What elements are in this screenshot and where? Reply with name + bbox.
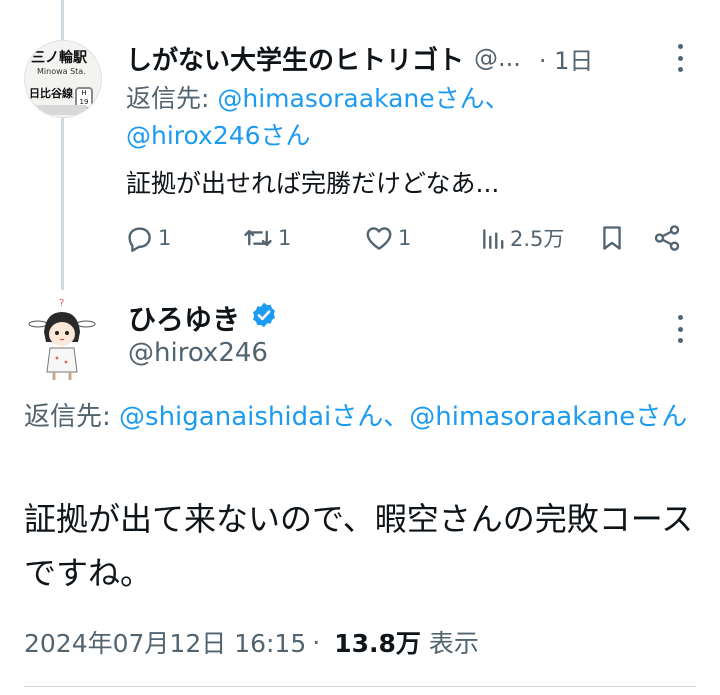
svg-text:?: ?	[59, 298, 64, 309]
retweet-count: 1	[278, 226, 292, 250]
tweet-text: 証拠が出て来ないので、暇空さんの完敗コースですね。	[24, 500, 694, 592]
display-name[interactable]: しがない大学生のヒトリゴト	[126, 40, 464, 77]
tweet-actions: 1 1 1 2.5万	[124, 220, 684, 256]
reply-to-label: 返信先:	[126, 84, 218, 113]
reply-to-link[interactable]: @hirox246さん	[126, 121, 311, 150]
reply-to-link[interactable]: @shiganaishidaiさん、@himasoraakaneさん	[119, 402, 687, 432]
tweet-header: しがない大学生のヒトリゴト @... · 1日	[126, 38, 686, 78]
avatar[interactable]: ?	[24, 296, 100, 382]
bookmark-button[interactable]	[598, 220, 626, 256]
retweet-button[interactable]: 1	[242, 220, 291, 256]
views-icon	[483, 229, 504, 249]
reply-icon	[128, 227, 151, 252]
reply-button[interactable]: 1	[124, 220, 171, 256]
like-button[interactable]: 1	[364, 220, 411, 256]
share-button[interactable]	[652, 220, 682, 256]
tweet-text: 証拠が出せれば完勝だけどなあ...	[126, 169, 500, 198]
like-count: 1	[398, 226, 412, 250]
user-handle[interactable]: @...	[474, 44, 521, 72]
tweet-meta: 2024年07月12日 16:15 · 13.8万 表示	[24, 622, 479, 662]
bookmark-icon	[603, 226, 621, 250]
more-icon[interactable]	[676, 44, 684, 72]
verified-icon	[250, 301, 278, 336]
share-icon	[654, 225, 680, 251]
reply-count: 1	[158, 226, 172, 250]
tweet-timestamp[interactable]: 2024年07月12日 16:15	[24, 624, 306, 660]
views-count[interactable]: 13.8万	[334, 624, 421, 660]
reply-to: 返信先: @shiganaishidaiさん、@himasoraakaneさん	[24, 396, 714, 438]
user-handle[interactable]: @hirox246	[128, 338, 268, 368]
display-name-text: ひろゆき	[128, 303, 241, 336]
views-label: 表示	[428, 629, 479, 658]
reply-to-link[interactable]: @himasoraakaneさん、	[217, 84, 509, 113]
display-name[interactable]: ひろゆき	[128, 298, 278, 338]
reply-to: 返信先: @himasoraakaneさん、 @hirox246さん	[126, 80, 686, 154]
reply-to-label: 返信先:	[24, 402, 120, 432]
like-icon	[366, 227, 392, 250]
tweet-time[interactable]: · 1日	[539, 41, 594, 76]
views-button[interactable]: 2.5万	[480, 220, 564, 256]
views-count: 2.5万	[510, 227, 565, 251]
more-icon[interactable]	[676, 315, 684, 343]
divider	[24, 686, 696, 687]
meta-separator: ·	[312, 627, 321, 657]
avatar[interactable]: 三ノ輪駅 Minowa Sta. 日比谷線 H 19	[24, 40, 102, 118]
retweet-icon	[244, 229, 272, 247]
